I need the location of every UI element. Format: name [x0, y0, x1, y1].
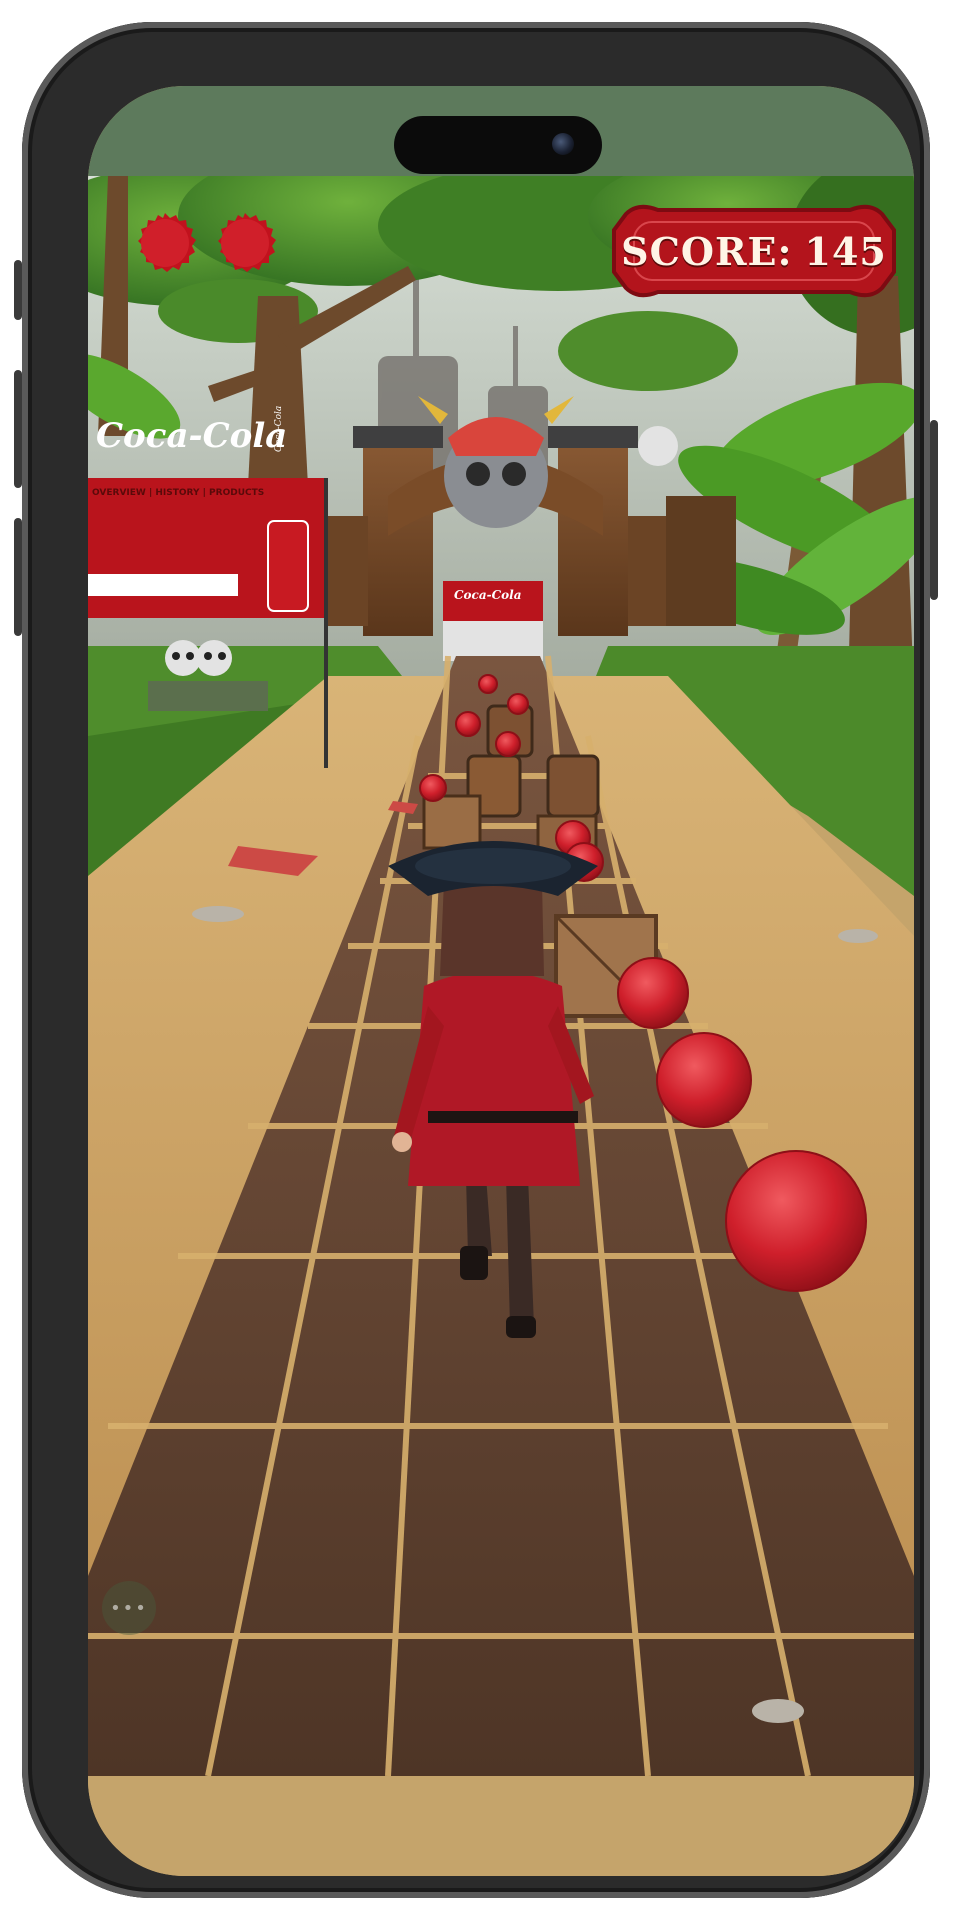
more-dots-icon[interactable]: •••	[102, 1581, 156, 1635]
bottom-area	[88, 1776, 914, 1876]
bottle-cap-icon	[218, 213, 276, 272]
phone-volume-up-button	[14, 370, 22, 488]
score-label: SCORE:	[621, 228, 793, 274]
phone-screen: SCORE: 145 Coca-Cola OVERVIEW | HISTORY …	[88, 86, 914, 1876]
can-brand: Coca-Cola	[274, 405, 284, 452]
camera-icon	[552, 133, 574, 155]
phone-volume-down-button	[14, 518, 22, 636]
billboard-brand: Coca-Cola	[96, 416, 288, 456]
score-panel: SCORE: 145	[608, 200, 900, 302]
dynamic-island	[394, 116, 602, 174]
score-readout: SCORE: 145	[608, 200, 900, 302]
game-viewport[interactable]: SCORE: 145 Coca-Cola OVERVIEW | HISTORY …	[88, 176, 914, 1776]
phone-action-button	[14, 260, 22, 320]
gate-billboard-brand: Coca-Cola	[454, 588, 522, 602]
phone-frame: SCORE: 145 Coca-Cola OVERVIEW | HISTORY …	[14, 22, 938, 1898]
phone-power-button	[930, 420, 938, 600]
billboard-nav: OVERVIEW | HISTORY | PRODUCTS	[92, 488, 265, 498]
score-value: 145	[804, 228, 887, 274]
bottle-cap-icon	[138, 213, 196, 272]
